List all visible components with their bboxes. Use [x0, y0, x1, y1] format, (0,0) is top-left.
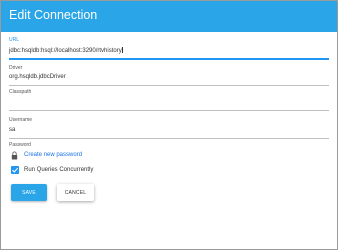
classpath-underline [9, 110, 329, 111]
save-button[interactable]: SAVE [11, 184, 47, 201]
url-field[interactable]: jdbc:hsqldb:hsql://localhost:3290/rtvhis… [9, 45, 329, 59]
edit-connection-dialog: Edit Connection URL jdbc:hsqldb:hsql://l… [0, 0, 338, 250]
dialog-header: Edit Connection [1, 1, 337, 32]
lock-icon [11, 151, 18, 160]
classpath-field[interactable] [9, 96, 329, 110]
username-underline [9, 138, 329, 139]
create-password-link[interactable]: Create new password [24, 152, 82, 158]
driver-field[interactable]: org.hsqldb.jdbcDriver [9, 72, 329, 86]
url-label: URL [9, 37, 20, 43]
driver-underline [9, 85, 329, 86]
classpath-label: Classpath [9, 89, 32, 95]
username-value: sa [9, 127, 16, 133]
run-concurrently-label: Run Queries Concurrently [24, 167, 94, 173]
username-field[interactable]: sa [9, 125, 329, 138]
url-value: jdbc:hsqldb:hsql://localhost:3290/rtvhis… [9, 47, 123, 54]
username-label: Username [9, 117, 33, 123]
run-concurrently-checkbox[interactable] [11, 166, 19, 174]
url-underline [9, 58, 329, 60]
dialog-title: Edit Connection [9, 8, 98, 22]
driver-value: org.hsqldb.jdbcDriver [9, 74, 66, 80]
text-caret [122, 47, 123, 53]
check-icon [12, 167, 19, 173]
cancel-button[interactable]: CANCEL [57, 184, 94, 201]
driver-label: Driver [9, 65, 23, 71]
password-label: Password [9, 142, 31, 148]
